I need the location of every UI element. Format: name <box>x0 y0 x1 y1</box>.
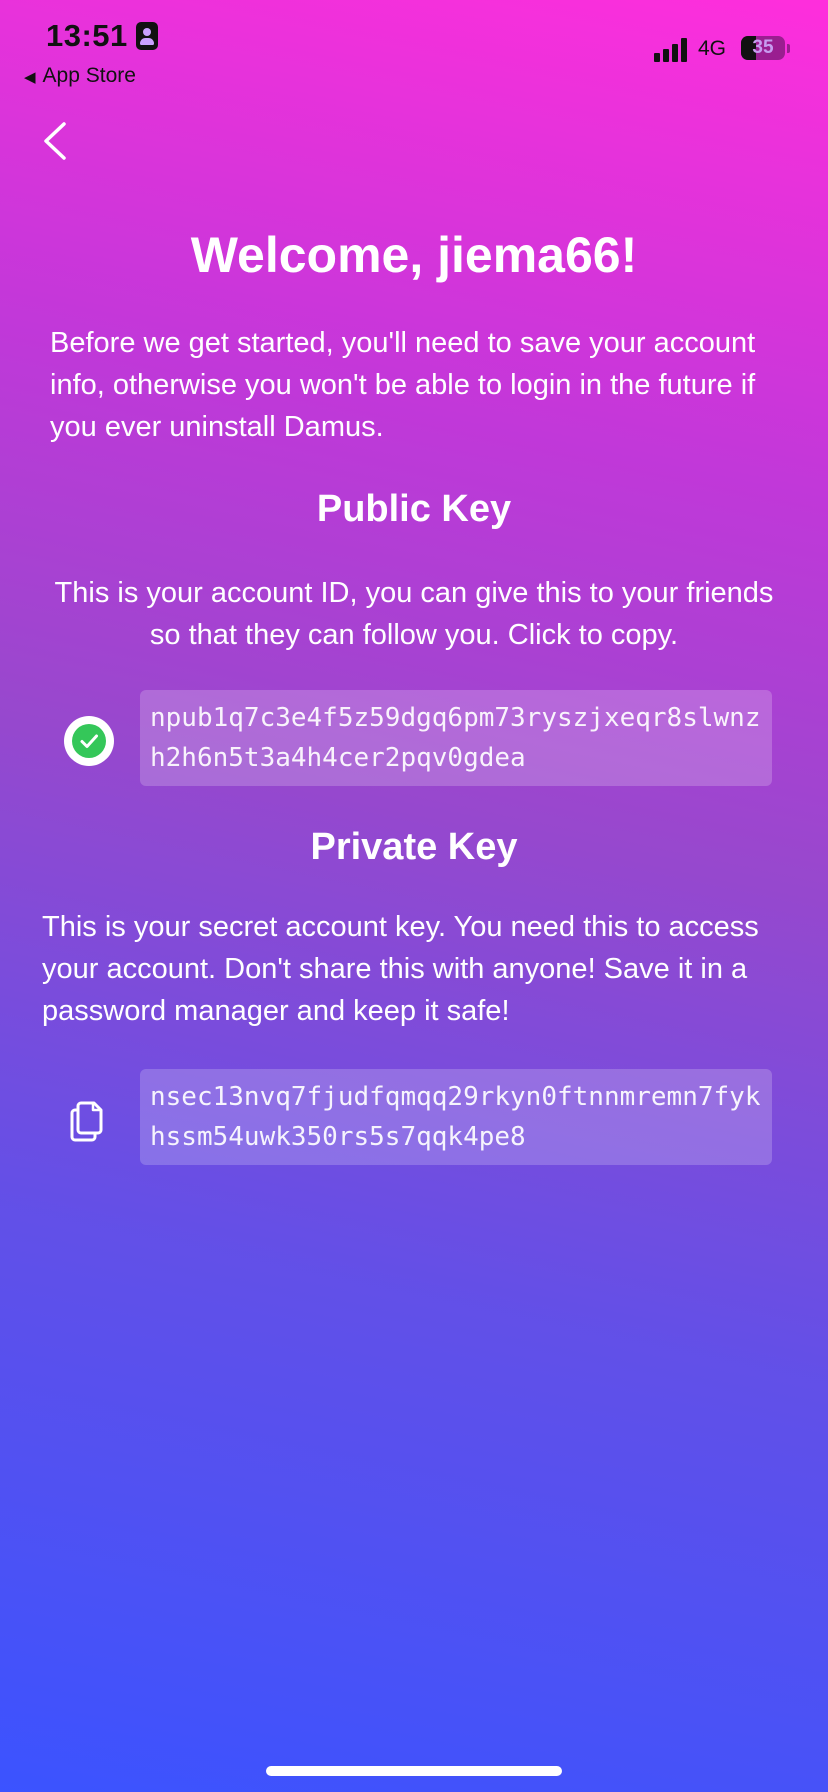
public-key-heading: Public Key <box>316 488 512 530</box>
public-key-value[interactable]: npub1q7c3e4f5z59dgq6pm73ryszjxeqr8slwnzh… <box>140 690 772 786</box>
private-key-description: This is your secret account key. You nee… <box>42 911 759 1027</box>
focus-mode-icon <box>136 22 158 50</box>
public-key-description: This is your account ID, you can give th… <box>54 577 774 651</box>
battery-tip <box>787 44 790 53</box>
private-key-heading: Private Key <box>310 826 518 868</box>
intro-text: Before we get started, you'll need to sa… <box>50 327 756 443</box>
private-key-value[interactable]: nsec13nvq7fjudfqmqq29rkyn0ftnnmremn7fykh… <box>140 1069 772 1165</box>
cellular-signal-icon <box>654 38 690 62</box>
back-triangle-icon: ◀ <box>24 69 36 86</box>
status-time: 13:51 <box>46 18 128 53</box>
page-title: Welcome, jiema66! <box>190 227 638 283</box>
checkmark-circle-icon <box>64 716 114 766</box>
network-type: 4G <box>698 37 727 60</box>
copy-icon[interactable] <box>68 1098 108 1144</box>
back-to-app-label: App Store <box>42 64 136 87</box>
back-chevron-icon[interactable] <box>38 118 78 164</box>
home-indicator[interactable] <box>266 1766 562 1776</box>
battery-icon: 35 <box>741 36 785 60</box>
back-to-app-link[interactable]: ◀ App Store <box>24 64 136 88</box>
battery-level: 35 <box>752 37 774 58</box>
